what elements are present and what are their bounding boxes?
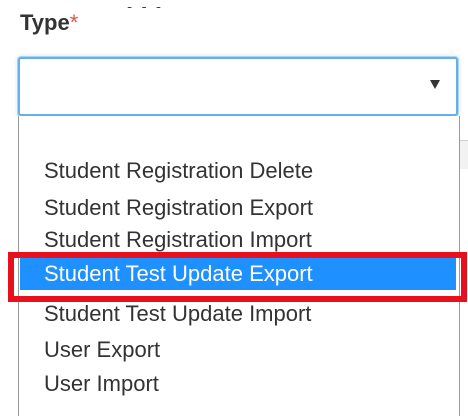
type-label-text: Type	[20, 10, 70, 35]
type-field-label: Type*	[20, 10, 78, 36]
required-marker: *	[69, 10, 79, 35]
background-panel-edge	[460, 140, 468, 169]
type-dropdown-list[interactable]: Student Registration Delete Student Regi…	[18, 116, 460, 416]
option-student-registration-import[interactable]: Student Registration Import	[20, 224, 456, 256]
option-user-export[interactable]: User Export	[20, 334, 456, 366]
cropped-heading-fragment: . . .	[0, 0, 468, 8]
option-student-registration-delete[interactable]: Student Registration Delete	[20, 155, 456, 187]
chevron-down-icon[interactable]	[430, 80, 440, 89]
option-student-test-update-import[interactable]: Student Test Update Import	[20, 298, 456, 330]
option-student-test-update-export[interactable]: Student Test Update Export	[20, 258, 456, 290]
type-select[interactable]	[18, 57, 458, 116]
option-user-import[interactable]: User Import	[20, 368, 456, 400]
option-student-registration-export[interactable]: Student Registration Export	[20, 192, 456, 224]
